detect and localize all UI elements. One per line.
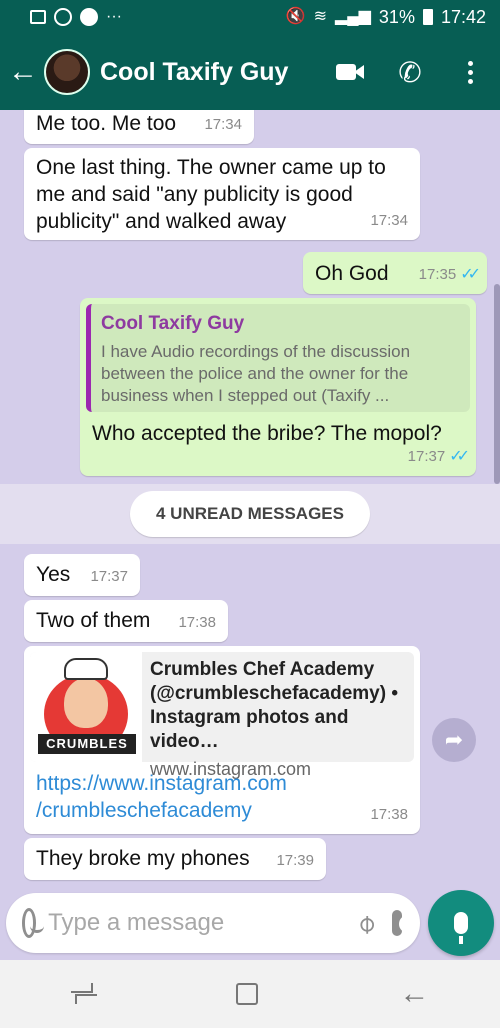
call-icon: ✆ — [398, 56, 422, 88]
link-url[interactable]: https://www.instagram.com /crumbleschefa… — [36, 770, 287, 824]
clock: 17:42 — [440, 6, 486, 27]
unread-label: 4 UNREAD MESSAGES — [130, 491, 370, 537]
battery-percent: 31% — [378, 6, 415, 27]
home-icon[interactable] — [235, 983, 258, 1005]
call-icon-button[interactable]: ✆ — [380, 34, 440, 110]
emoji-icon[interactable] — [22, 908, 45, 938]
quote-text: I have Audio recordings of the discussio… — [101, 342, 411, 405]
message-incoming[interactable]: They broke my phones 17:39 — [24, 838, 326, 880]
thumbnail-chef-face — [64, 678, 108, 728]
message-text: Who accepted the bribe? The mopol? — [92, 422, 442, 445]
message-time: 17:39 — [276, 852, 314, 869]
instagram-icon — [54, 8, 72, 26]
video-call-icon-button[interactable] — [320, 34, 380, 110]
message-outgoing[interactable]: Oh God 17:35 ✓✓ — [303, 252, 487, 294]
link-title: Crumbles Chef Academy (@crumbleschefacad… — [150, 659, 398, 752]
nav-back-icon[interactable]: ← — [399, 977, 429, 1011]
message-time: 17:34 — [204, 116, 242, 133]
message-time: 17:37 — [407, 448, 446, 465]
message-outgoing-reply[interactable]: Cool Taxify Guy I have Audio recordings … — [80, 298, 476, 476]
read-ticks-icon: ✓✓ — [449, 448, 470, 465]
link-preview-card[interactable]: CRUMBLES Crumbles Chef Academy (@crumble… — [30, 652, 414, 779]
more-notifications-icon: ··· — [106, 8, 122, 25]
message-text: Me too. Me too — [36, 112, 177, 135]
recent-apps-icon[interactable] — [70, 983, 97, 1005]
scrollbar[interactable] — [494, 284, 500, 484]
composer: ⌀ — [6, 893, 420, 953]
link-thumbnail: CRUMBLES — [30, 652, 142, 762]
contact-title[interactable]: Cool Taxify Guy — [100, 58, 320, 87]
message-text: Two of them — [36, 609, 151, 632]
message-link-preview[interactable]: CRUMBLES Crumbles Chef Academy (@crumble… — [24, 646, 420, 834]
message-incoming[interactable]: Two of them 17:38 — [24, 600, 228, 642]
message-input[interactable] — [48, 909, 359, 937]
back-button[interactable]: ← — [2, 55, 44, 89]
message-text: Yes — [36, 563, 71, 586]
chef-hat-icon — [64, 658, 108, 680]
message-time: 17:38 — [178, 614, 216, 631]
voice-record-button[interactable] — [428, 890, 494, 956]
message-time: 17:34 — [370, 212, 408, 229]
battery-icon — [422, 9, 433, 25]
gallery-icon — [30, 10, 46, 24]
message-time: 17:35 — [418, 266, 457, 283]
microphone-icon — [454, 912, 468, 944]
whatsapp-icon — [80, 8, 98, 26]
status-bar: ··· 🔇 ≋ ▂▄▆ 31% 17:42 — [0, 0, 500, 34]
camera-icon[interactable] — [391, 910, 418, 936]
forward-button[interactable]: ➦ — [432, 718, 476, 762]
message-text: They broke my phones — [36, 847, 250, 870]
overflow-menu-button[interactable] — [440, 34, 500, 110]
wifi-icon: ≋ — [313, 8, 327, 25]
video-icon — [336, 62, 364, 82]
chat-header-bar: ← Cool Taxify Guy ✆ — [0, 34, 500, 110]
link-url-line-1[interactable]: https://www.instagram.com — [36, 770, 287, 797]
message-meta: 17:37 ✓✓ — [407, 443, 470, 470]
message-incoming[interactable]: One last thing. The owner came up to me … — [24, 148, 420, 240]
message-text: Oh God — [315, 262, 389, 285]
message-text: One last thing. The owner came up to me … — [36, 156, 386, 233]
message-incoming[interactable]: Yes 17:37 — [24, 554, 140, 596]
link-info: Crumbles Chef Academy (@crumbleschefacad… — [142, 652, 414, 779]
overflow-icon — [467, 60, 473, 84]
message-time: 17:37 — [90, 568, 128, 585]
message-time: 17:38 — [370, 806, 408, 823]
read-ticks-icon: ✓✓ — [460, 266, 481, 283]
forward-icon: ➦ — [444, 727, 464, 752]
quoted-message[interactable]: Cool Taxify Guy I have Audio recordings … — [86, 304, 470, 412]
signal-icon: ▂▄▆ — [334, 8, 371, 25]
quote-author: Cool Taxify Guy — [101, 313, 245, 334]
system-nav-bar: ← — [0, 960, 500, 1028]
thumbnail-banner: CRUMBLES — [38, 734, 136, 754]
mute-icon: 🔇 — [285, 8, 306, 25]
contact-avatar[interactable] — [44, 49, 90, 95]
link-url-line-2[interactable]: /crumbleschefacademy — [36, 797, 287, 824]
message-meta: 17:35 ✓✓ — [418, 261, 481, 288]
